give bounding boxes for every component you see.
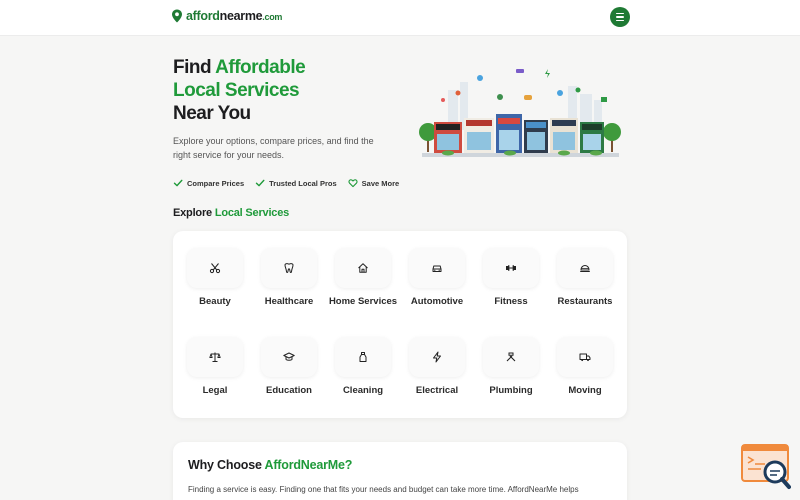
dumbbell-icon xyxy=(506,265,516,271)
scales-icon xyxy=(209,352,221,362)
truck-icon xyxy=(579,353,591,362)
why-choose-title: Why Choose AffordNearMe? xyxy=(188,458,353,472)
check-icon xyxy=(173,179,183,187)
car-icon xyxy=(432,265,442,272)
service-plumbing[interactable]: Plumbing xyxy=(475,337,547,397)
service-beauty[interactable]: Beauty xyxy=(179,248,251,308)
feature-save-more: Save More xyxy=(348,178,399,188)
service-fitness[interactable]: Fitness xyxy=(475,248,547,308)
site-logo[interactable]: affordnearme.com xyxy=(171,9,282,23)
site-header: affordnearme.com xyxy=(0,0,800,36)
service-legal[interactable]: Legal xyxy=(179,337,251,397)
food-tray-icon xyxy=(580,264,590,272)
scissors-icon xyxy=(209,263,221,274)
service-home-services[interactable]: Home Services xyxy=(327,248,399,308)
hero-title: Find Affordable Local Services Near You xyxy=(173,57,306,124)
logo-text: affordnearme.com xyxy=(186,9,283,23)
wrench-icon xyxy=(506,352,516,362)
service-cleaning[interactable]: Cleaning xyxy=(327,337,399,397)
feature-checks: Compare Prices Trusted Local Pros Save M… xyxy=(173,178,399,188)
hamburger-menu-icon xyxy=(616,12,624,15)
service-automotive[interactable]: Automotive xyxy=(401,248,473,308)
feature-compare-prices: Compare Prices xyxy=(173,178,244,188)
storefront-illustration xyxy=(419,69,621,157)
lightning-icon xyxy=(433,351,441,363)
location-pin-icon xyxy=(172,9,182,23)
menu-button[interactable] xyxy=(610,7,630,27)
explore-section-title: Explore Local Services xyxy=(173,207,290,219)
service-healthcare[interactable]: Healthcare xyxy=(253,248,325,308)
help-search-icon[interactable] xyxy=(741,444,791,490)
graduation-cap-icon xyxy=(283,352,295,361)
service-restaurants[interactable]: Restaurants xyxy=(549,248,621,308)
house-icon xyxy=(358,263,368,273)
service-electrical[interactable]: Electrical xyxy=(401,337,473,397)
service-moving[interactable]: Moving xyxy=(549,337,621,397)
heart-icon xyxy=(348,179,358,188)
hero-subtitle: Explore your options, compare prices, an… xyxy=(173,136,374,160)
feature-trusted-pros: Trusted Local Pros xyxy=(255,178,337,188)
services-card: Beauty Healthcare Home Services Automoti… xyxy=(173,231,627,418)
why-choose-text: Finding a service is easy. Finding one t… xyxy=(188,485,579,494)
tooth-icon xyxy=(284,263,294,273)
service-education[interactable]: Education xyxy=(253,337,325,397)
why-choose-card: Why Choose AffordNearMe? Finding a servi… xyxy=(173,442,627,500)
check-icon xyxy=(255,179,265,187)
spray-bottle-icon xyxy=(359,352,367,362)
